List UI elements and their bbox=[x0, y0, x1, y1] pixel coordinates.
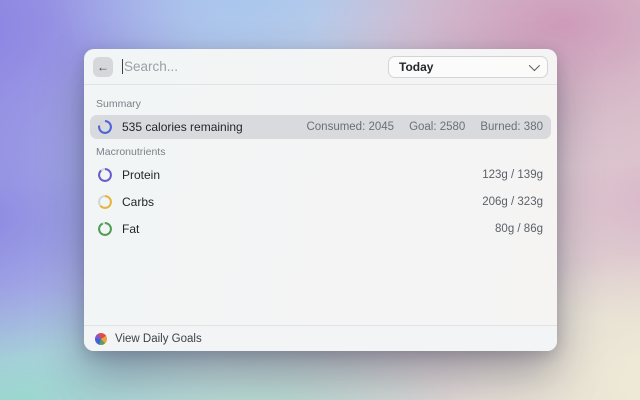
action-bar: View Daily Goals bbox=[84, 325, 557, 351]
carbs-progress-ring-icon bbox=[98, 195, 112, 209]
macro-row-value: 206g / 323g bbox=[482, 196, 543, 208]
search-bar: ← Today bbox=[84, 49, 557, 85]
calories-progress-ring-icon bbox=[98, 120, 112, 134]
nutrition-app-icon bbox=[95, 333, 107, 345]
back-arrow-icon: ← bbox=[97, 61, 109, 73]
consumed-value: Consumed: 2045 bbox=[306, 121, 394, 133]
macro-row-fat[interactable]: Fat 80g / 86g bbox=[90, 217, 551, 241]
macro-row-value: 80g / 86g bbox=[495, 223, 543, 235]
macro-row-label: Carbs bbox=[122, 195, 472, 209]
macro-row-label: Protein bbox=[122, 168, 472, 182]
fat-progress-ring-icon bbox=[98, 222, 112, 236]
date-dropdown-value: Today bbox=[399, 60, 433, 74]
search-input[interactable] bbox=[124, 59, 379, 74]
summary-accessories: Consumed: 2045 Goal: 2580 Burned: 380 bbox=[306, 121, 543, 133]
goal-value: Goal: 2580 bbox=[409, 121, 465, 133]
burned-value: Burned: 380 bbox=[480, 121, 543, 133]
launcher-window: ← Today Summary 535 calories remaining C… bbox=[84, 49, 557, 351]
search-field-wrap bbox=[122, 49, 379, 84]
section-header-summary: Summary bbox=[96, 98, 545, 110]
macro-row-label: Fat bbox=[122, 222, 485, 236]
summary-row-title: 535 calories remaining bbox=[122, 120, 296, 134]
text-cursor bbox=[122, 59, 123, 74]
date-dropdown[interactable]: Today bbox=[388, 56, 548, 78]
back-button[interactable]: ← bbox=[93, 57, 113, 77]
summary-row-calories-remaining[interactable]: 535 calories remaining Consumed: 2045 Go… bbox=[90, 115, 551, 139]
primary-action-label[interactable]: View Daily Goals bbox=[115, 333, 202, 345]
macro-row-value: 123g / 139g bbox=[482, 169, 543, 181]
macro-row-carbs[interactable]: Carbs 206g / 323g bbox=[90, 190, 551, 214]
chevron-down-icon bbox=[529, 59, 540, 70]
results-list: Summary 535 calories remaining Consumed:… bbox=[84, 85, 557, 325]
section-header-macronutrients: Macronutrients bbox=[96, 146, 545, 158]
protein-progress-ring-icon bbox=[98, 168, 112, 182]
macro-row-protein[interactable]: Protein 123g / 139g bbox=[90, 163, 551, 187]
